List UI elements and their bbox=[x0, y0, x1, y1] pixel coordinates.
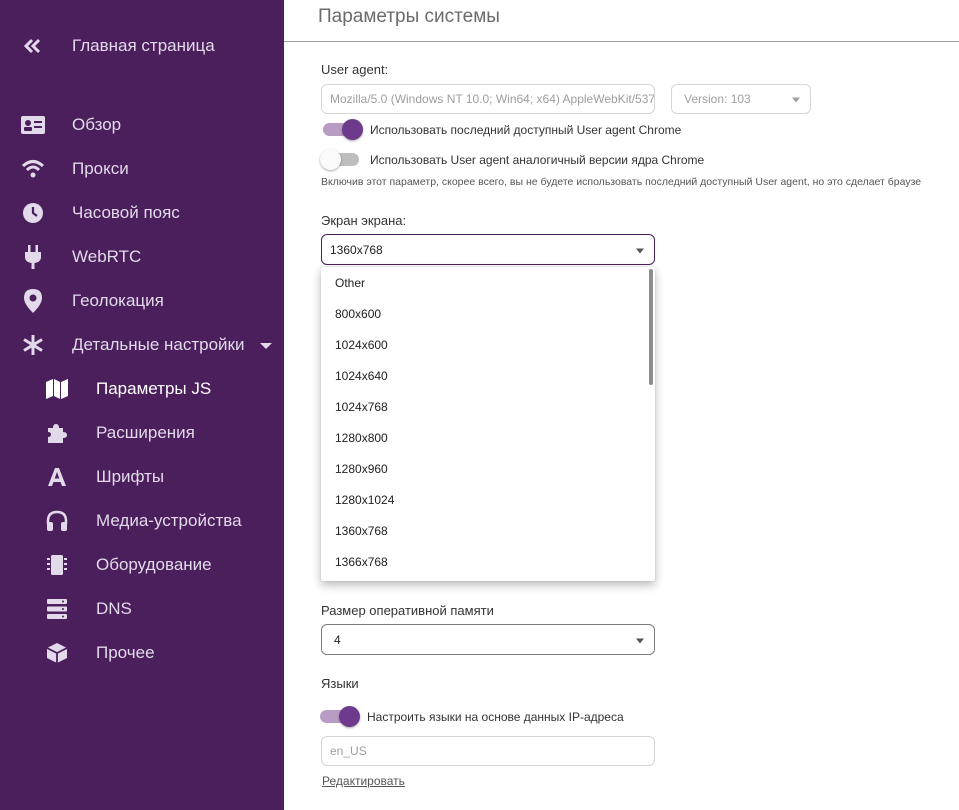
sidebar-item-label: Обзор bbox=[72, 115, 122, 134]
dropdown-option[interactable]: 800x600 bbox=[321, 298, 647, 329]
sidebar-item-label: Главная страница bbox=[72, 36, 215, 55]
user-agent-value: Mozilla/5.0 (Windows NT 10.0; Win64; x64… bbox=[330, 92, 655, 106]
user-agent-field[interactable]: Mozilla/5.0 (Windows NT 10.0; Win64; x64… bbox=[321, 84, 655, 114]
screen-value: 1360x768 bbox=[330, 242, 383, 257]
sidebar-item-label: Геолокация bbox=[72, 291, 164, 310]
ram-select[interactable]: 4 bbox=[321, 624, 655, 655]
screen-label: Экран экрана: bbox=[321, 213, 407, 228]
edit-languages-link[interactable]: Редактировать bbox=[322, 774, 405, 788]
puzzle-icon bbox=[44, 420, 70, 446]
title-divider bbox=[284, 41, 959, 42]
location-pin-icon bbox=[20, 288, 46, 314]
sidebar-item-proxy[interactable]: Прокси bbox=[0, 153, 284, 185]
sidebar-item-extensions[interactable]: Расширения bbox=[0, 417, 284, 449]
sidebar-item-label: Расширения bbox=[96, 423, 195, 442]
core-user-agent-toggle[interactable] bbox=[320, 148, 361, 170]
languages-ip-toggle[interactable] bbox=[320, 705, 360, 727]
latest-user-agent-label: Использовать последний доступный User ag… bbox=[370, 123, 682, 137]
sidebar-item-overview[interactable]: Обзор bbox=[0, 109, 284, 141]
screen-dropdown-menu: Other 800x600 1024x600 1024x640 1024x768… bbox=[321, 267, 655, 581]
dropdown-option[interactable]: 1280x960 bbox=[321, 453, 647, 484]
ram-label: Размер оперативной памяти bbox=[321, 603, 494, 618]
sidebar-item-label: DNS bbox=[96, 599, 132, 618]
sidebar-item-label: Шрифты bbox=[96, 467, 165, 486]
version-select[interactable]: Version: 103 bbox=[671, 84, 811, 114]
dropdown-scrollbar[interactable] bbox=[649, 269, 653, 385]
asterisk-icon bbox=[20, 332, 46, 358]
sidebar-item-geolocation[interactable]: Геолокация bbox=[0, 285, 284, 317]
sidebar-item-label: Параметры JS bbox=[96, 379, 212, 398]
chip-icon bbox=[44, 552, 70, 578]
font-icon bbox=[44, 464, 70, 490]
ram-value: 4 bbox=[334, 632, 341, 647]
id-card-icon bbox=[20, 112, 46, 138]
user-agent-label: User agent: bbox=[321, 62, 389, 77]
dropdown-option[interactable]: 1280x800 bbox=[321, 422, 647, 453]
languages-label: Языки bbox=[321, 676, 359, 691]
wifi-icon bbox=[20, 156, 46, 182]
map-icon bbox=[44, 376, 70, 402]
sidebar-item-fonts[interactable]: Шрифты bbox=[0, 461, 284, 493]
sidebar: Главная страница Обзор Прокси Часовой по… bbox=[0, 0, 284, 810]
sidebar-item-media-devices[interactable]: Медиа-устройства bbox=[0, 505, 284, 537]
dropdown-option[interactable]: 1280x1024 bbox=[321, 484, 647, 515]
dropdown-option[interactable]: 1024x640 bbox=[321, 360, 647, 391]
dropdown-option[interactable]: 1360x768 bbox=[321, 515, 647, 546]
sidebar-item-dns[interactable]: DNS bbox=[0, 593, 284, 625]
languages-field[interactable]: en_US bbox=[321, 736, 655, 766]
dropdown-option[interactable]: 1024x600 bbox=[321, 329, 647, 360]
chevron-down-icon bbox=[636, 638, 644, 643]
latest-user-agent-toggle[interactable] bbox=[323, 118, 363, 140]
dropdown-option[interactable]: Other bbox=[321, 267, 647, 298]
caret-down-icon bbox=[260, 343, 272, 349]
sidebar-item-label: Часовой пояс bbox=[72, 203, 180, 222]
chevron-down-icon bbox=[792, 97, 800, 103]
plug-icon bbox=[20, 244, 46, 270]
user-agent-hint: Включив этот параметр, скорее всего, вы … bbox=[321, 176, 922, 188]
sidebar-item-webrtc[interactable]: WebRTC bbox=[0, 241, 284, 273]
core-user-agent-label: Использовать User agent аналогичный верс… bbox=[370, 153, 705, 167]
screen-select[interactable]: 1360x768 bbox=[321, 234, 655, 265]
clock-icon bbox=[20, 200, 46, 226]
sidebar-item-label: Медиа-устройства bbox=[96, 511, 242, 530]
sidebar-item-label: Детальные настройки bbox=[72, 335, 245, 354]
sidebar-item-other[interactable]: Прочее bbox=[0, 637, 284, 669]
sidebar-item-hardware[interactable]: Оборудование bbox=[0, 549, 284, 581]
double-chevron-left-icon bbox=[20, 33, 46, 59]
box-icon bbox=[44, 640, 70, 666]
chevron-down-icon bbox=[636, 248, 644, 253]
languages-ip-label: Настроить языки на основе данных IP-адре… bbox=[367, 710, 624, 724]
dropdown-option[interactable]: 1024x768 bbox=[321, 391, 647, 422]
dropdown-option[interactable]: 1366x768 bbox=[321, 546, 647, 577]
version-value: Version: 103 bbox=[684, 92, 751, 106]
sidebar-item-label: WebRTC bbox=[72, 247, 142, 266]
server-icon bbox=[44, 596, 70, 622]
page-title: Параметры системы bbox=[318, 6, 500, 27]
sidebar-item-label: Прочее bbox=[96, 643, 155, 662]
main-content: Параметры системы User agent: Mozilla/5.… bbox=[284, 0, 959, 810]
sidebar-item-label: Оборудование bbox=[96, 555, 212, 574]
sidebar-item-home[interactable]: Главная страница bbox=[0, 30, 284, 62]
sidebar-item-detailed-settings[interactable]: Детальные настройки bbox=[0, 329, 284, 361]
headphones-icon bbox=[44, 508, 70, 534]
sidebar-item-js-params[interactable]: Параметры JS bbox=[0, 373, 284, 405]
sidebar-item-label: Прокси bbox=[72, 159, 129, 178]
sidebar-item-timezone[interactable]: Часовой пояс bbox=[0, 197, 284, 229]
languages-value: en_US bbox=[330, 744, 367, 758]
